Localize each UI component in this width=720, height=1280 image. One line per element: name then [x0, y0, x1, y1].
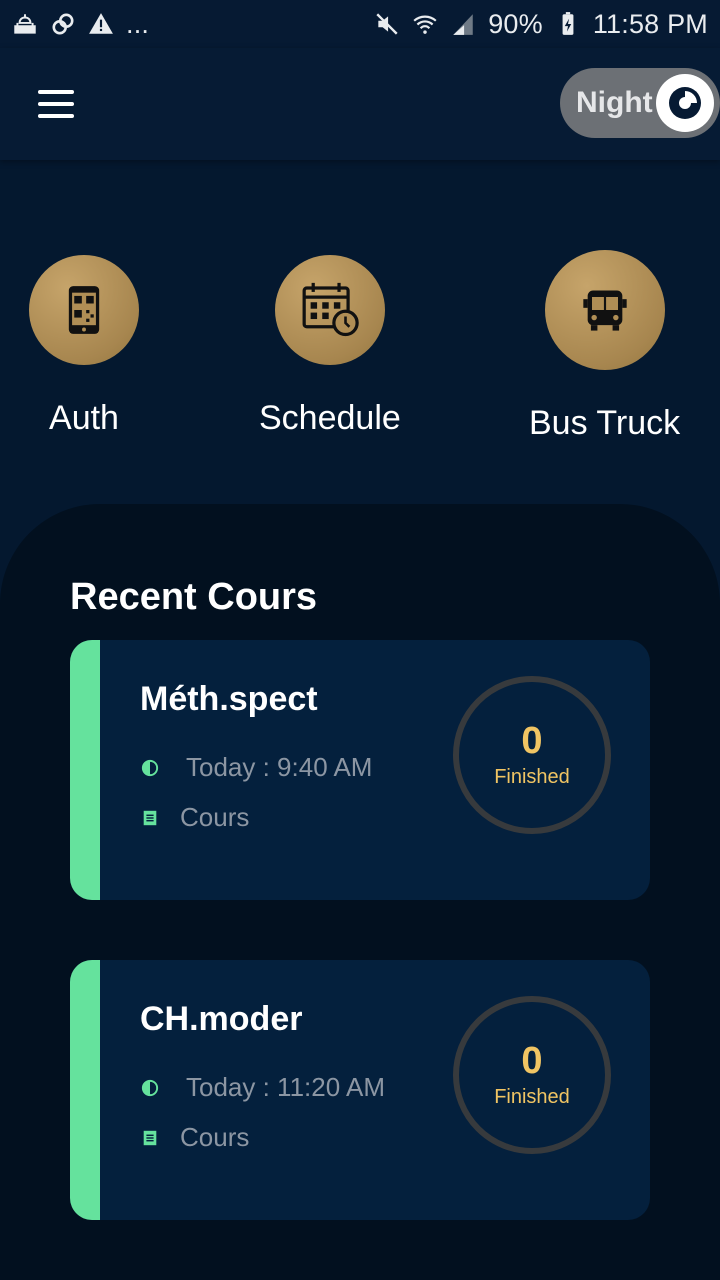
- battery-icon: [555, 11, 581, 37]
- finished-label: Finished: [494, 1085, 570, 1108]
- status-time: 11:58 PM: [592, 8, 708, 39]
- status-bar-right: 90% 11:58 PM: [374, 9, 708, 40]
- shortcut-auth-label: Auth: [49, 399, 119, 437]
- course-type-row: Cours: [140, 802, 249, 833]
- wifi-icon: [412, 11, 438, 37]
- course-name: CH.moder: [140, 1000, 303, 1038]
- course-time: Today : 11:20 AM: [186, 1072, 385, 1102]
- course-type: Cours: [180, 802, 250, 832]
- mosque-icon: [12, 11, 38, 37]
- course-accent-bar: [70, 640, 100, 900]
- clock-icon: [140, 758, 160, 778]
- bus-icon: [544, 250, 665, 370]
- course-type: Cours: [180, 1122, 250, 1152]
- course-time-row: Today : 9:40 AM: [140, 752, 372, 783]
- mute-icon: [374, 11, 400, 37]
- warning-icon: [88, 11, 114, 37]
- app-bar: Night: [0, 48, 720, 160]
- hamburger-menu-icon[interactable]: [30, 84, 82, 124]
- course-card[interactable]: CH.moder Today : 11:20 AM Cours 0 Finish…: [70, 960, 650, 1220]
- finished-label: Finished: [494, 765, 570, 788]
- course-type-row: Cours: [140, 1122, 249, 1153]
- course-name: Méth.spect: [140, 680, 318, 718]
- night-toggle-label: Night: [576, 86, 653, 119]
- status-bar-left: ...: [12, 9, 149, 40]
- finished-progress-ring: 0 Finished: [453, 996, 611, 1154]
- signal-icon: [450, 11, 476, 37]
- shortcut-auth[interactable]: Auth: [29, 255, 139, 438]
- clock-icon: [140, 1078, 160, 1098]
- night-mode-toggle[interactable]: Night: [560, 68, 720, 138]
- battery-percent: 90%: [488, 8, 543, 39]
- finished-count: 0: [521, 1039, 543, 1082]
- qr-phone-icon: [29, 255, 139, 365]
- course-time: Today : 9:40 AM: [186, 752, 373, 782]
- course-accent-bar: [70, 960, 100, 1220]
- eye-icon: [656, 74, 714, 132]
- status-more-indicator: ...: [126, 8, 150, 39]
- shortcut-schedule[interactable]: Schedule: [259, 255, 401, 438]
- course-card[interactable]: Méth.spect Today : 9:40 AM Cours 0 Finis…: [70, 640, 650, 900]
- link-icon: [50, 11, 76, 37]
- document-icon: [140, 808, 160, 828]
- shortcut-schedule-label: Schedule: [259, 399, 401, 437]
- status-bar: ... 90% 11:58 PM: [0, 0, 720, 48]
- shortcut-bus-truck[interactable]: Bus Truck: [529, 250, 680, 443]
- document-icon: [140, 1128, 160, 1148]
- recent-title: Recent Cours: [70, 576, 318, 618]
- shortcut-bus-truck-label: Bus Truck: [529, 404, 681, 442]
- calendar-clock-icon: [274, 255, 385, 365]
- finished-count: 0: [521, 719, 543, 762]
- course-time-row: Today : 11:20 AM: [140, 1072, 385, 1103]
- finished-progress-ring: 0 Finished: [453, 676, 611, 834]
